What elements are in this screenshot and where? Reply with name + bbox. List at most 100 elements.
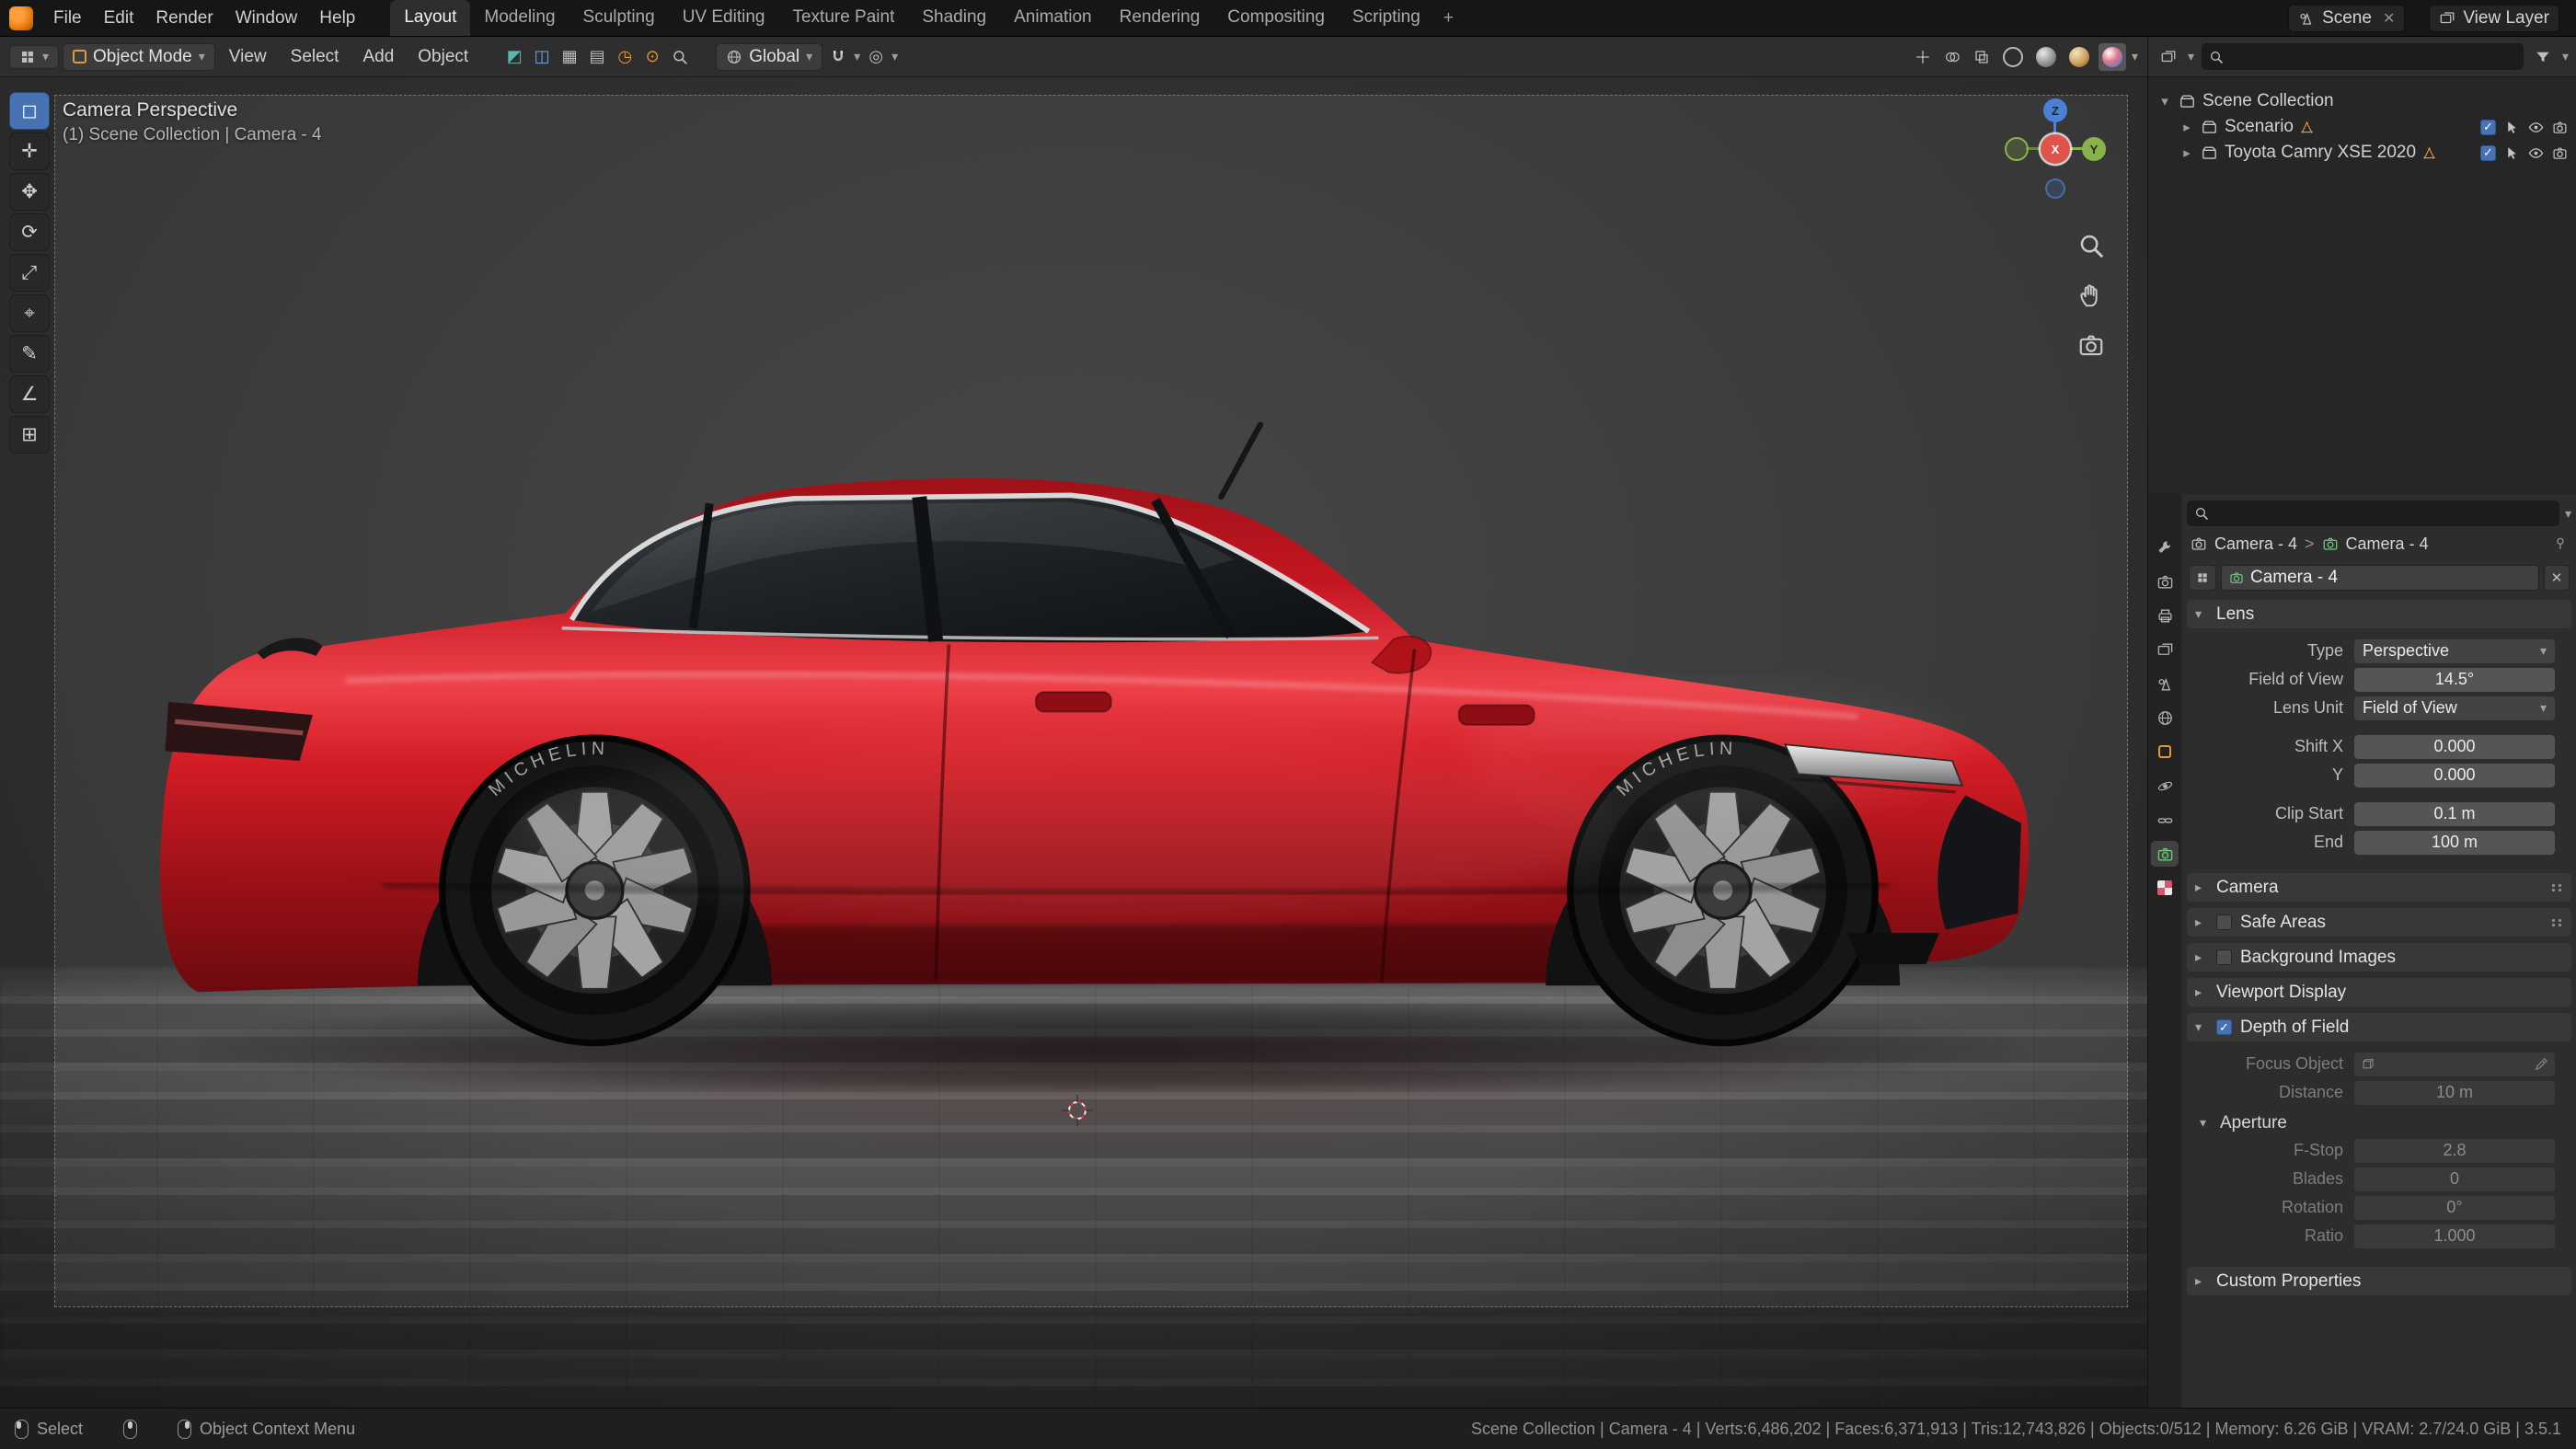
shading-rendered-button[interactable] bbox=[2098, 42, 2126, 71]
panel-camera[interactable]: ▸ Camera bbox=[2187, 873, 2571, 902]
render-visibility-icon[interactable] bbox=[2552, 145, 2568, 161]
tab-constraints[interactable] bbox=[2151, 807, 2179, 833]
zoom-icon[interactable] bbox=[2077, 232, 2105, 259]
snap-dropdown[interactable]: ▾ bbox=[854, 49, 860, 64]
axis-z-ball[interactable]: Z bbox=[2043, 98, 2067, 122]
tab-physics[interactable] bbox=[2151, 773, 2179, 799]
shift-x-field[interactable]: 0.000 bbox=[2354, 734, 2555, 759]
unlink-scene-icon[interactable]: ✕ bbox=[2383, 9, 2395, 28]
fstop-field[interactable]: 2.8 bbox=[2354, 1138, 2555, 1163]
blades-field[interactable]: 0 bbox=[2354, 1167, 2555, 1191]
blender-logo-icon[interactable] bbox=[9, 6, 33, 30]
rotation-field[interactable]: 0° bbox=[2354, 1195, 2555, 1220]
panel-custom-properties[interactable]: ▸ Custom Properties bbox=[2187, 1267, 2571, 1295]
tab-texture-paint[interactable]: Texture Paint bbox=[778, 0, 908, 36]
tab-uv-editing[interactable]: UV Editing bbox=[669, 0, 779, 36]
hide-eye-icon[interactable] bbox=[2528, 120, 2544, 135]
outliner-editor-icon[interactable] bbox=[2156, 45, 2180, 69]
datablock-name-field[interactable]: Camera - 4 bbox=[2221, 565, 2539, 591]
menu-select[interactable]: Select bbox=[281, 43, 350, 71]
show-gizmo-icon[interactable] bbox=[1911, 45, 1935, 69]
shading-solid-button[interactable] bbox=[2032, 43, 2060, 71]
tab-object[interactable] bbox=[2151, 739, 2179, 765]
axis-y-ball[interactable]: Y bbox=[2082, 137, 2106, 161]
outliner-filter-dropdown[interactable]: ▾ bbox=[2562, 49, 2569, 64]
clip-start-field[interactable]: 0.1 m bbox=[2354, 801, 2555, 826]
dof-checkbox[interactable]: ✓ bbox=[2216, 1019, 2232, 1035]
shift-y-field[interactable]: 0.000 bbox=[2354, 763, 2555, 788]
navigation-gizmo[interactable]: Z Y X bbox=[2000, 94, 2110, 204]
tab-shading[interactable]: Shading bbox=[908, 0, 1000, 36]
tab-sculpting[interactable]: Sculpting bbox=[569, 0, 669, 36]
tab-scripting[interactable]: Scripting bbox=[1339, 0, 1434, 36]
outliner-row-toyota-camry[interactable]: ▸ Toyota Camry XSE 2020 ✓ bbox=[2148, 140, 2576, 166]
show-overlays-icon[interactable] bbox=[1940, 45, 1964, 69]
axis-x-ball[interactable]: X bbox=[2041, 134, 2070, 164]
exclude-checkbox[interactable]: ✓ bbox=[2480, 144, 2496, 161]
tool-annotate[interactable]: ✎ bbox=[9, 335, 50, 373]
panel-depth-of-field[interactable]: ▾ ✓ Depth of Field bbox=[2187, 1013, 2571, 1041]
menu-edit[interactable]: Edit bbox=[93, 4, 145, 33]
tab-render[interactable] bbox=[2151, 569, 2179, 594]
header-toggle-icon-2[interactable]: ◫ bbox=[530, 45, 554, 69]
disclosure-icon[interactable]: ▸ bbox=[2179, 144, 2194, 161]
header-toggle-icon-4[interactable]: ▤ bbox=[585, 45, 609, 69]
3d-viewport[interactable]: MICHELIN bbox=[0, 77, 2147, 1408]
distance-field[interactable]: 10 m bbox=[2354, 1080, 2555, 1105]
tab-texture[interactable] bbox=[2151, 875, 2179, 901]
shading-dropdown[interactable]: ▾ bbox=[2132, 49, 2138, 64]
header-toggle-icon-5[interactable]: ◷ bbox=[613, 45, 637, 69]
axis-neg-z-ball[interactable] bbox=[2045, 178, 2065, 199]
camera-view-icon[interactable] bbox=[2077, 331, 2105, 359]
menu-file[interactable]: File bbox=[42, 4, 93, 33]
selectable-icon[interactable] bbox=[2504, 120, 2520, 135]
panel-viewport-display[interactable]: ▸ Viewport Display bbox=[2187, 978, 2571, 1006]
header-toggle-icon-3[interactable]: ▦ bbox=[558, 45, 581, 69]
exclude-checkbox[interactable]: ✓ bbox=[2480, 119, 2496, 135]
menu-render[interactable]: Render bbox=[144, 4, 224, 33]
safe-areas-checkbox[interactable] bbox=[2216, 914, 2232, 930]
focus-object-field[interactable] bbox=[2354, 1052, 2555, 1076]
toggle-xray-icon[interactable] bbox=[1970, 45, 1994, 69]
view-layer-selector[interactable]: View Layer bbox=[2429, 4, 2559, 32]
camera-frame-border[interactable] bbox=[54, 95, 2128, 1307]
tab-tool[interactable] bbox=[2151, 535, 2179, 560]
axis-neg-y-ball[interactable] bbox=[2005, 137, 2029, 161]
mode-dropdown[interactable]: Object Mode ▾ bbox=[63, 42, 215, 71]
tab-world[interactable] bbox=[2151, 705, 2179, 730]
outliner-row-scene-collection[interactable]: ▾ Scene Collection bbox=[2148, 88, 2576, 114]
tool-select-box[interactable]: ◻ bbox=[9, 92, 50, 130]
menu-add[interactable]: Add bbox=[352, 43, 404, 71]
unlink-datablock-button[interactable]: ✕ bbox=[2544, 565, 2570, 591]
shading-material-button[interactable] bbox=[2065, 43, 2093, 71]
panel-safe-areas[interactable]: ▸ Safe Areas bbox=[2187, 908, 2571, 937]
tool-move[interactable]: ✥ bbox=[9, 173, 50, 211]
outliner-display-mode[interactable]: ▾ bbox=[2188, 49, 2194, 64]
snap-magnet-icon[interactable] bbox=[826, 45, 850, 69]
menu-help[interactable]: Help bbox=[308, 4, 366, 33]
disclosure-icon[interactable]: ▸ bbox=[2179, 119, 2194, 135]
scene-selector[interactable]: Scene ✕ bbox=[2288, 4, 2406, 32]
menu-view[interactable]: View bbox=[219, 43, 277, 71]
header-toggle-icon-6[interactable]: ⊙ bbox=[640, 45, 664, 69]
outliner-filter-icon[interactable] bbox=[2531, 45, 2555, 69]
tab-scene[interactable] bbox=[2151, 671, 2179, 696]
hide-eye-icon[interactable] bbox=[2528, 145, 2544, 161]
tool-scale[interactable]: ⤢ bbox=[9, 254, 50, 292]
menu-window[interactable]: Window bbox=[224, 4, 309, 33]
background-images-checkbox[interactable] bbox=[2216, 949, 2232, 965]
header-toggle-icon-1[interactable]: ◩ bbox=[502, 45, 526, 69]
panel-grip-icon[interactable] bbox=[2550, 917, 2563, 927]
clip-end-field[interactable]: 100 m bbox=[2354, 830, 2555, 855]
outliner-search-input[interactable] bbox=[2202, 43, 2524, 70]
add-workspace-button[interactable]: + bbox=[1434, 1, 1463, 36]
lens-type-dropdown[interactable]: Perspective ▾ bbox=[2354, 638, 2555, 663]
panel-lens[interactable]: ▾ Lens bbox=[2187, 600, 2571, 628]
properties-search-input[interactable] bbox=[2187, 500, 2559, 526]
tool-transform[interactable]: ⌖ bbox=[9, 294, 50, 332]
aperture-subpanel[interactable]: ▾ Aperture bbox=[2200, 1110, 2555, 1135]
tool-rotate[interactable]: ⟳ bbox=[9, 213, 50, 251]
tab-animation[interactable]: Animation bbox=[1000, 0, 1106, 36]
breadcrumb-data[interactable]: Camera - 4 bbox=[2346, 535, 2429, 554]
browse-datablock-button[interactable] bbox=[2189, 565, 2216, 591]
